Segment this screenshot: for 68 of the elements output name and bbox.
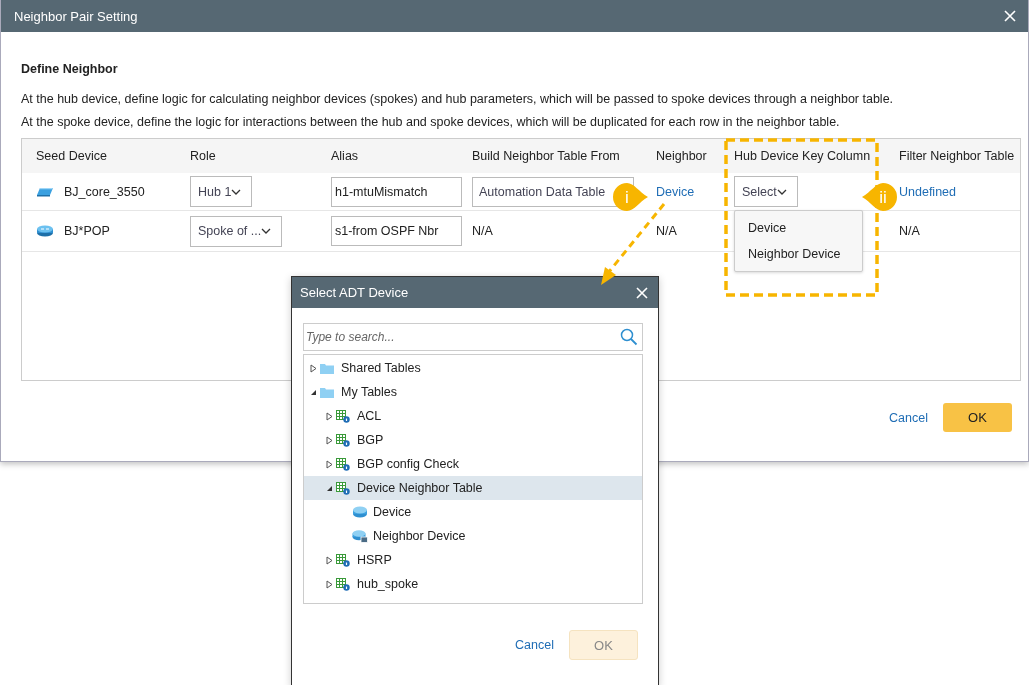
switch-icon xyxy=(36,186,54,197)
tree-item[interactable]: Shared Tables xyxy=(304,356,642,380)
column-header: Filter Neighbor Table xyxy=(899,139,1020,173)
collapsed-triangle-icon[interactable] xyxy=(310,363,317,373)
dropdown[interactable]: Hub 1 xyxy=(190,176,253,207)
close-icon[interactable] xyxy=(636,286,648,299)
table-icon xyxy=(336,457,350,471)
device-icon xyxy=(352,506,368,518)
tree-item[interactable]: BGP xyxy=(304,428,642,452)
tree-item[interactable]: Device Neighbor Table xyxy=(304,476,642,500)
chevron-down-icon xyxy=(231,188,242,195)
description-text: At the hub device, define logic for calculating neighbor devices (spokes) and hub parameters, which will be passed to spoke devices through a neighbor table. xyxy=(21,92,895,106)
table-icon xyxy=(336,433,350,447)
collapsed-triangle-icon[interactable] xyxy=(326,459,333,469)
cancel-link[interactable]: Cancel xyxy=(889,410,928,425)
router-icon xyxy=(36,225,54,237)
alias-field[interactable]: h1-mtuMismatch xyxy=(331,176,462,207)
tree-item[interactable]: Neighbor Device xyxy=(304,524,642,548)
table-cell: N/A xyxy=(656,224,677,238)
window-title: Select ADT Device xyxy=(300,285,409,300)
chevron-down-icon xyxy=(776,188,787,195)
column-header: Neighbor xyxy=(656,139,734,173)
column-header: Hub Device Key Column xyxy=(734,139,899,173)
ok-button[interactable]: OK xyxy=(943,403,1012,432)
tree-item[interactable]: BGP config Check xyxy=(304,452,642,476)
table-icon xyxy=(336,577,350,591)
tree-item[interactable]: HSRP xyxy=(304,548,642,572)
dropdown-option[interactable]: Device xyxy=(735,215,862,241)
tree-item[interactable]: hub_spoke xyxy=(304,572,642,596)
folder-icon xyxy=(320,362,334,374)
column-header: Alias xyxy=(331,139,472,173)
device-name: BJ_core_3550 xyxy=(64,184,145,199)
description-text: At the spoke device, define the logic for interactions between the hub and spoke devices, which will be duplicated for each row in the neighbor table. xyxy=(21,115,841,129)
device-name: BJ*POP xyxy=(64,224,110,238)
tree-item[interactable]: Device xyxy=(304,500,642,524)
column-header: Role xyxy=(190,139,331,173)
table-icon xyxy=(336,553,350,567)
collapsed-triangle-icon[interactable] xyxy=(326,555,333,565)
column-header: Build Neighbor Table From xyxy=(472,139,656,173)
expanded-triangle-icon[interactable] xyxy=(310,388,317,396)
collapsed-triangle-icon[interactable] xyxy=(326,435,333,445)
window-title: Neighbor Pair Setting xyxy=(14,8,138,24)
dropdown[interactable]: Spoke of ... xyxy=(190,215,283,247)
search-field[interactable]: Type to search... xyxy=(303,323,643,351)
section-title: Define Neighbor xyxy=(21,62,119,76)
tree-item[interactable]: My Tables xyxy=(304,380,642,404)
alias-field[interactable]: s1-from OSPF Nbr xyxy=(331,216,462,246)
table-icon xyxy=(336,481,350,495)
folder-icon xyxy=(320,386,334,398)
neighbor-device-icon xyxy=(352,529,368,543)
search-icon[interactable] xyxy=(620,328,638,346)
link[interactable]: Undefined xyxy=(899,184,956,199)
table-icon xyxy=(336,409,350,423)
table-cell: N/A xyxy=(472,224,493,238)
table-cell: N/A xyxy=(899,224,920,238)
close-icon[interactable] xyxy=(1004,10,1016,22)
callout-tooltip: i xyxy=(612,182,648,212)
dropdown[interactable]: Select xyxy=(734,176,798,207)
callout-tooltip: ii xyxy=(862,182,898,212)
cancel-link[interactable]: Cancel xyxy=(515,638,554,652)
collapsed-triangle-icon[interactable] xyxy=(326,411,333,421)
dropdown-option[interactable]: Neighbor Device xyxy=(735,241,862,267)
column-header: Seed Device xyxy=(22,139,190,173)
tree-item[interactable]: ACL xyxy=(304,404,642,428)
expanded-triangle-icon[interactable] xyxy=(326,484,333,492)
collapsed-triangle-icon[interactable] xyxy=(326,579,333,589)
link[interactable]: Device xyxy=(656,184,695,199)
chevron-down-icon xyxy=(261,228,272,234)
